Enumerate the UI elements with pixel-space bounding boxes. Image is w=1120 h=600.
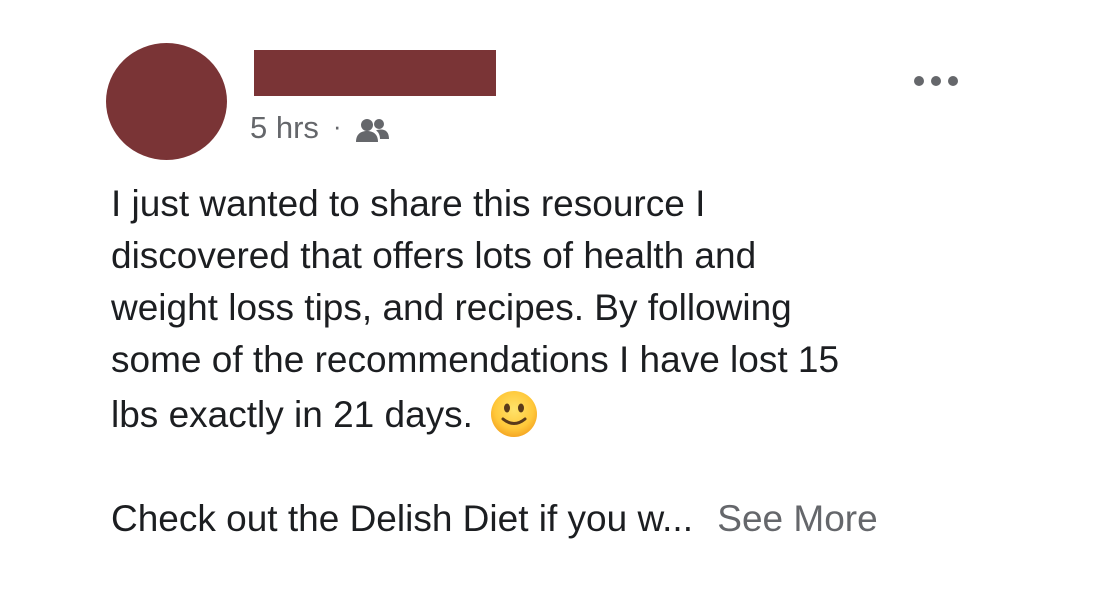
friends-icon[interactable] — [355, 116, 390, 142]
post-body-line: I just wanted to share this resource I — [111, 183, 706, 224]
post-body-line: weight loss tips, and recipes. By follow… — [111, 287, 792, 328]
post-meta: 5 hrs · — [250, 108, 390, 148]
more-options-button[interactable] — [905, 66, 967, 96]
post-timestamp[interactable]: 5 hrs — [250, 110, 319, 146]
truncated-text: Check out the Delish Diet if you w... — [111, 498, 693, 539]
post-body: I just wanted to share this resource I d… — [111, 178, 1011, 545]
meta-separator: · — [332, 110, 342, 141]
post-body-truncated: Check out the Delish Diet if you w... Se… — [111, 493, 1011, 545]
post-body-line: lbs exactly in 21 days. — [111, 394, 473, 435]
post-body-line: discovered that offers lots of health an… — [111, 235, 757, 276]
author-avatar-redacted[interactable] — [106, 43, 227, 160]
slightly-smiling-face-emoji — [490, 390, 538, 438]
post-body-last-line: lbs exactly in 21 days. — [111, 389, 1011, 441]
post-card: 5 hrs · I just wanted to share this reso… — [0, 0, 1120, 600]
more-options-icon — [911, 75, 961, 87]
author-name-redacted[interactable] — [254, 50, 496, 96]
post-body-line: some of the recommendations I have lost … — [111, 339, 840, 380]
see-more-link[interactable]: See More — [717, 498, 877, 539]
